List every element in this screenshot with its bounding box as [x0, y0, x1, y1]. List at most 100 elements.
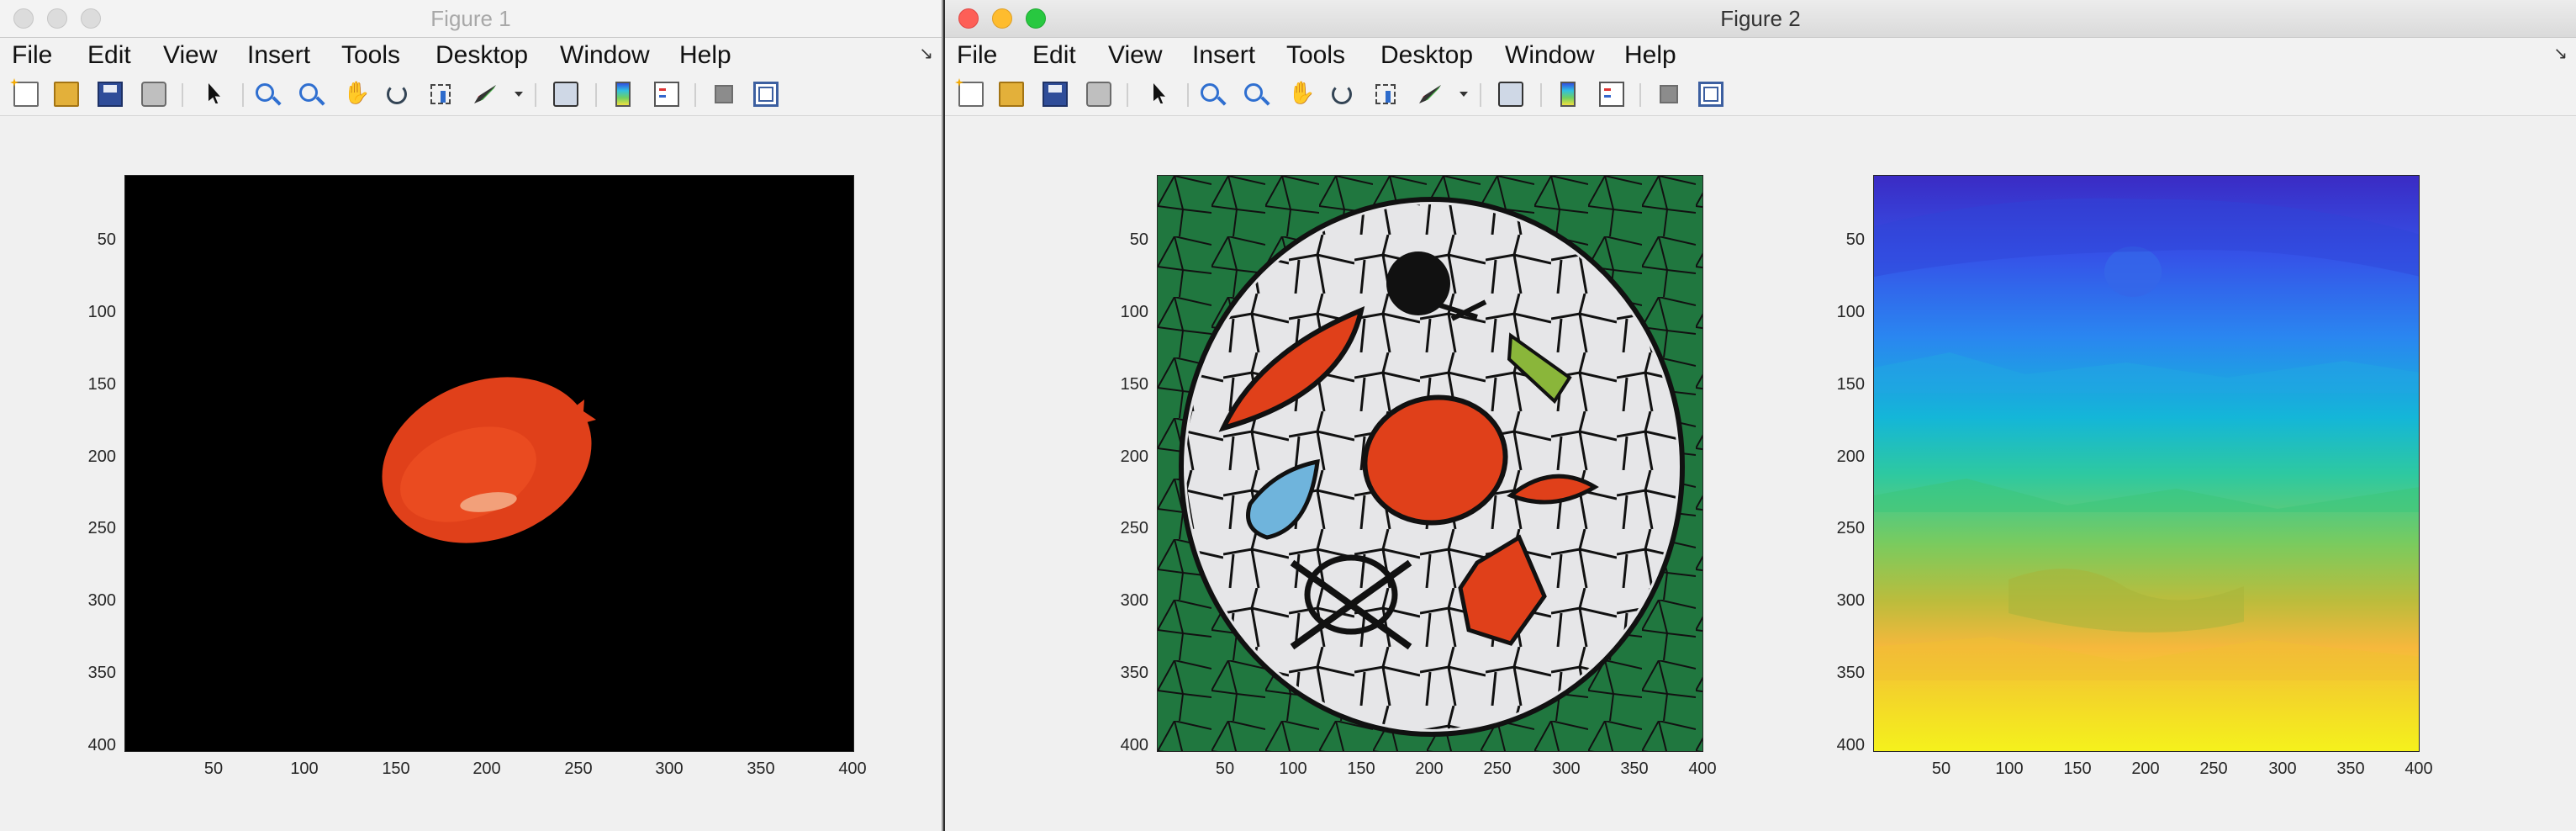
menu-tools[interactable]: Tools: [341, 38, 400, 73]
new-figure-icon[interactable]: [958, 82, 984, 107]
toolbar-separator: [242, 83, 244, 107]
data-cursor-icon[interactable]: [430, 84, 451, 104]
legend-icon[interactable]: [654, 82, 679, 107]
open-file-icon[interactable]: [999, 82, 1024, 107]
zoom-in-icon[interactable]: [1201, 83, 1219, 102]
toolbar-separator: [595, 83, 597, 107]
data-cursor-icon[interactable]: [1375, 84, 1396, 104]
undock-icon[interactable]: ↘: [919, 43, 933, 64]
xtick-label: 100: [290, 760, 319, 778]
ytick-label: 250: [87, 519, 116, 537]
edit-plot-arrow-icon[interactable]: [1147, 82, 1172, 107]
ytick-label: 50: [1129, 230, 1148, 249]
link-plot-icon[interactable]: [553, 82, 578, 107]
title-bar[interactable]: Figure 1: [0, 0, 942, 38]
rotate-3d-icon[interactable]: [1332, 84, 1352, 104]
colorbar-icon[interactable]: [1560, 82, 1576, 107]
save-icon[interactable]: [1043, 82, 1068, 107]
figure-toolbar: [0, 73, 942, 116]
menu-help[interactable]: Help: [1624, 38, 1676, 73]
xtick-label: 250: [2199, 760, 2228, 778]
rotate-3d-icon[interactable]: [387, 84, 407, 104]
brush-dropdown-icon[interactable]: [1460, 82, 1468, 107]
menu-insert[interactable]: Insert: [1192, 38, 1255, 73]
ytick-label: 300: [1836, 591, 1865, 610]
masked-balloon-image: [382, 377, 596, 543]
superpixel-overlay-axes[interactable]: [1157, 175, 1703, 752]
menu-window[interactable]: Window: [1505, 38, 1595, 73]
colorbar-icon[interactable]: [615, 82, 631, 107]
link-plot-icon[interactable]: [1498, 82, 1523, 107]
menu-file[interactable]: File: [12, 38, 52, 73]
pan-icon[interactable]: [343, 80, 370, 107]
menu-view[interactable]: View: [163, 38, 217, 73]
xtick-label: 50: [1215, 760, 1235, 778]
ytick-label: 300: [87, 591, 116, 610]
xtick-label: 350: [2336, 760, 2365, 778]
xtick-label: 400: [1688, 760, 1717, 778]
edit-plot-arrow-icon[interactable]: [202, 82, 227, 107]
toolbar-separator: [535, 83, 536, 107]
ytick-label: 50: [1845, 230, 1865, 249]
menu-window[interactable]: Window: [560, 38, 650, 73]
toolbar-separator: [1187, 83, 1189, 107]
ytick-label: 250: [1836, 519, 1865, 537]
toolbar-separator: [1480, 83, 1481, 107]
xtick-label: 250: [564, 760, 593, 778]
xtick-label: 300: [1552, 760, 1581, 778]
menu-view[interactable]: View: [1108, 38, 1162, 73]
show-plot-tools-icon[interactable]: [1698, 82, 1723, 107]
save-icon[interactable]: [98, 82, 123, 107]
toolbar-separator: [1540, 83, 1542, 107]
title-bar[interactable]: Figure 2: [945, 0, 2576, 38]
ytick-label: 350: [87, 664, 116, 682]
menu-desktop[interactable]: Desktop: [435, 38, 528, 73]
ytick-label: 250: [1120, 519, 1148, 537]
ytick-label: 100: [87, 303, 116, 321]
ytick-label: 400: [87, 736, 116, 754]
hide-plot-tools-icon[interactable]: [1660, 85, 1678, 103]
show-plot-tools-icon[interactable]: [753, 82, 779, 107]
open-file-icon[interactable]: [54, 82, 79, 107]
zoom-out-icon[interactable]: [1244, 83, 1263, 102]
ytick-label: 300: [1120, 591, 1148, 610]
xtick-label: 300: [655, 760, 684, 778]
hide-plot-tools-icon[interactable]: [715, 85, 733, 103]
toolbar-separator: [694, 83, 696, 107]
menu-tools[interactable]: Tools: [1286, 38, 1345, 73]
zoom-in-icon[interactable]: [256, 83, 274, 102]
menu-help[interactable]: Help: [679, 38, 731, 73]
toolbar-separator: [1127, 83, 1128, 107]
figure-toolbar: [945, 73, 2576, 116]
ytick-label: 350: [1836, 664, 1865, 682]
ytick-label: 50: [97, 230, 116, 249]
undock-icon[interactable]: ↘: [2553, 43, 2568, 64]
menu-edit[interactable]: Edit: [1032, 38, 1076, 73]
ytick-label: 400: [1836, 736, 1865, 754]
xtick-label: 150: [1347, 760, 1375, 778]
print-icon[interactable]: [1086, 82, 1111, 107]
pan-icon[interactable]: [1288, 80, 1315, 107]
menu-desktop[interactable]: Desktop: [1380, 38, 1473, 73]
xtick-label: 350: [1620, 760, 1649, 778]
superpixel-label-axes[interactable]: [1873, 175, 2420, 752]
ytick-label: 150: [1836, 375, 1865, 394]
ytick-label: 200: [1836, 447, 1865, 466]
brush-icon[interactable]: [472, 82, 498, 107]
ytick-label: 350: [1120, 664, 1148, 682]
brush-dropdown-icon[interactable]: [515, 82, 523, 107]
legend-icon[interactable]: [1599, 82, 1624, 107]
menu-bar: File Edit View Insert Tools Desktop Wind…: [0, 38, 942, 73]
zoom-out-icon[interactable]: [299, 83, 318, 102]
menu-edit[interactable]: Edit: [87, 38, 131, 73]
ytick-label: 400: [1120, 736, 1148, 754]
ytick-label: 200: [1120, 447, 1148, 466]
xtick-label: 200: [1415, 760, 1444, 778]
menu-file[interactable]: File: [957, 38, 997, 73]
print-icon[interactable]: [141, 82, 166, 107]
brush-icon[interactable]: [1417, 82, 1443, 107]
new-figure-icon[interactable]: [13, 82, 39, 107]
xtick-label: 150: [382, 760, 410, 778]
figure1-axes[interactable]: [124, 175, 854, 752]
menu-insert[interactable]: Insert: [247, 38, 310, 73]
